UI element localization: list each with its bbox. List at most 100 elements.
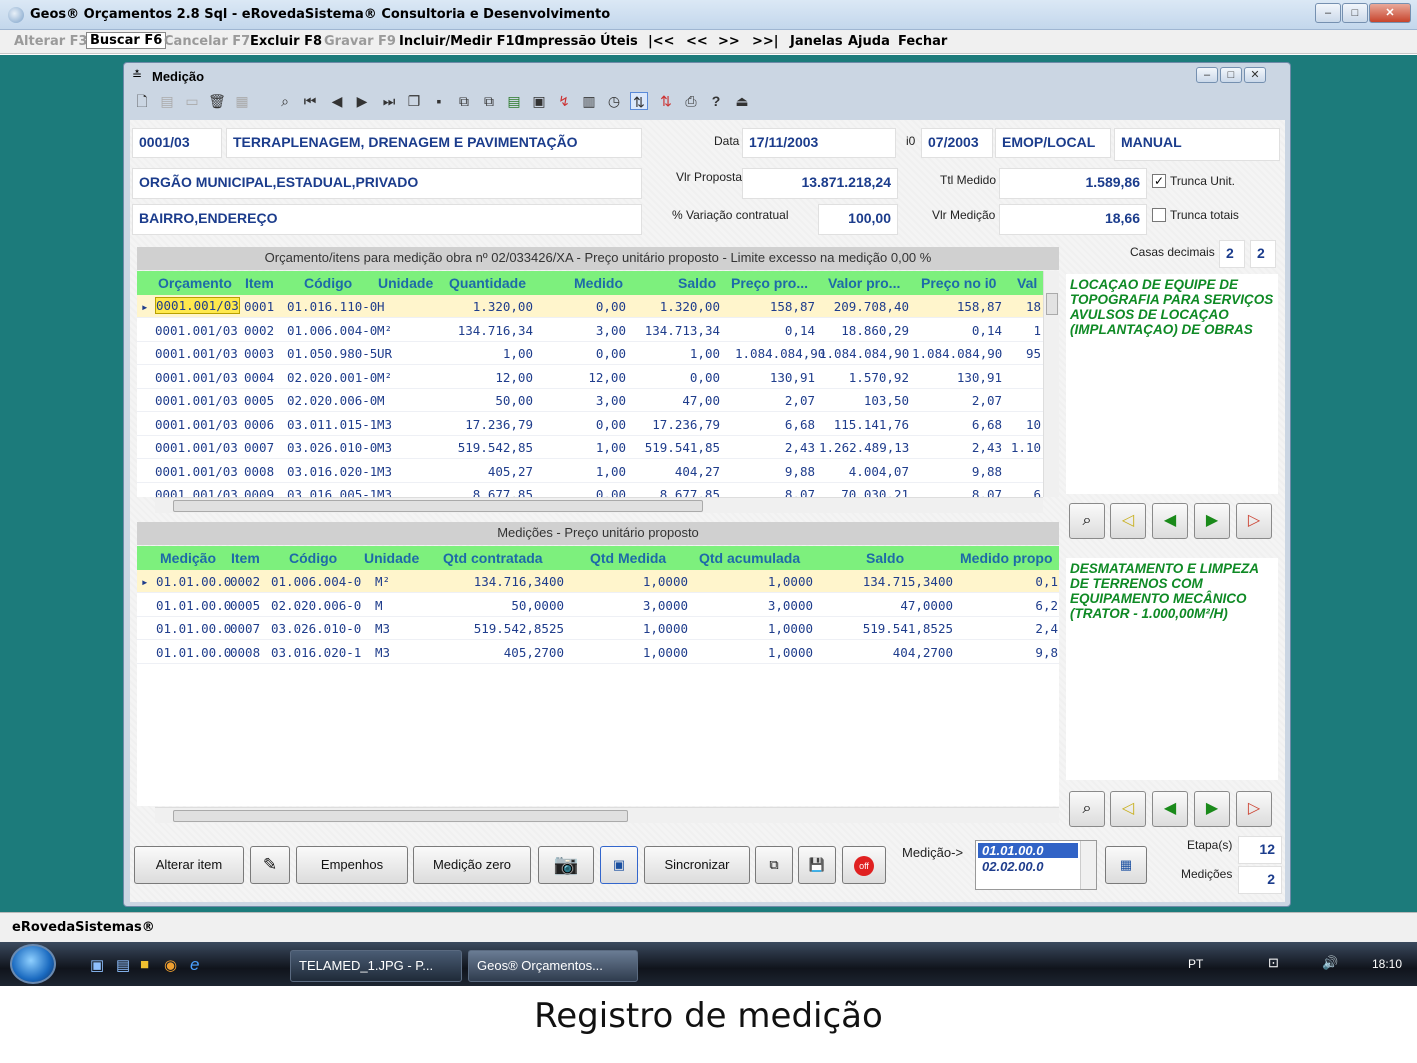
casas-decimais-1-field[interactable]: 2 bbox=[1219, 240, 1245, 268]
etapas-field[interactable]: 12 bbox=[1238, 836, 1282, 864]
col-preco-pro[interactable]: Preço pro... bbox=[731, 275, 808, 291]
grid1-first-button[interactable]: ◁ bbox=[1110, 503, 1146, 539]
col-orcamento[interactable]: Orçamento bbox=[158, 275, 232, 291]
col-saldo[interactable]: Saldo bbox=[678, 275, 716, 291]
col-medicao[interactable]: Medição bbox=[160, 550, 216, 566]
language-indicator[interactable]: PT bbox=[1188, 957, 1203, 971]
menu-impressao[interactable]: Impressão bbox=[520, 34, 596, 49]
menu-next[interactable]: >> bbox=[718, 34, 740, 49]
grid1-last-button[interactable]: ▷ bbox=[1236, 503, 1272, 539]
minimize-button[interactable]: – bbox=[1315, 3, 1341, 23]
medicoes-listbox[interactable]: 01.01.00.0 02.02.00.0 bbox=[975, 840, 1097, 890]
ttl-medido-field[interactable]: 1.589,86 bbox=[999, 168, 1147, 199]
col-val[interactable]: Val bbox=[1017, 275, 1037, 291]
sort-desc-icon[interactable]: ⇅ bbox=[657, 92, 675, 110]
col-unidade[interactable]: Unidade bbox=[378, 275, 433, 291]
trunca-unit-checkbox[interactable]: ✓ bbox=[1152, 174, 1166, 188]
first-record-icon[interactable]: ⏮ bbox=[301, 92, 319, 110]
grid2-first-button[interactable]: ◁ bbox=[1110, 791, 1146, 827]
col-quantidade[interactable]: Quantidade bbox=[449, 275, 526, 291]
menu-ajuda[interactable]: Ajuda bbox=[848, 34, 890, 49]
clock-icon[interactable]: ◷ bbox=[605, 92, 623, 110]
table-row[interactable]: 01.01.00.0 0007 03.026.010-0 M3 519.542,8525… bbox=[137, 617, 1059, 640]
new-icon[interactable]: 🗋 bbox=[133, 92, 151, 110]
col-medido-propo[interactable]: Medido propo bbox=[960, 550, 1053, 566]
sort-asc-icon[interactable]: ⇅ bbox=[630, 92, 648, 110]
variacao-field[interactable]: 100,00 bbox=[818, 204, 898, 235]
copy-icon[interactable]: ⧉ bbox=[455, 92, 473, 110]
col-medido[interactable]: Medido bbox=[574, 275, 623, 291]
grid2-prev-button[interactable]: ◀ bbox=[1152, 791, 1188, 827]
open-icon[interactable]: ▭ bbox=[183, 92, 201, 110]
close-button[interactable]: ✕ bbox=[1369, 3, 1411, 23]
print-icon[interactable]: ⎙ bbox=[682, 92, 700, 110]
child-restore-button[interactable]: □ bbox=[1220, 67, 1242, 83]
network-icon[interactable]: ⊡ bbox=[1268, 955, 1279, 971]
menu-janelas[interactable]: Janelas bbox=[790, 34, 843, 49]
copy-records-icon[interactable]: ⧉ bbox=[755, 846, 793, 884]
menu-gravar[interactable]: Gravar F9 bbox=[324, 34, 396, 49]
table-row[interactable]: 0001.001/03 0002 01.006.004-0 M² 134.716,34 3… bbox=[137, 319, 1043, 342]
table-row[interactable]: 0001.001/03 0005 02.020.006-0 M 50,00 3,00 47,… bbox=[137, 389, 1043, 412]
last-record-icon[interactable]: ⏭ bbox=[380, 92, 398, 110]
exit-icon[interactable]: ⏏ bbox=[733, 92, 751, 110]
col-qtd-acumulada[interactable]: Qtd acumulada bbox=[699, 550, 800, 566]
col-codigo[interactable]: Código bbox=[304, 275, 352, 291]
menu-uteis[interactable]: Úteis bbox=[600, 34, 638, 49]
menu-fechar[interactable]: Fechar bbox=[898, 34, 947, 49]
power-off-icon[interactable]: off bbox=[842, 846, 886, 884]
trunca-totais-checkbox[interactable] bbox=[1152, 208, 1166, 222]
i0-field[interactable]: 07/2003 bbox=[921, 128, 993, 158]
menu-last[interactable]: >>| bbox=[752, 34, 779, 49]
window-icon[interactable]: ❐ bbox=[405, 92, 423, 110]
empenhos-button[interactable]: Empenhos bbox=[296, 846, 408, 884]
table-row[interactable]: 01.01.00.0 0008 03.016.020-1 M3 405,2700 1,00… bbox=[137, 641, 1059, 664]
orgao-field[interactable]: ORGÃO MUNICIPAL,ESTADUAL,PRIVADO bbox=[132, 168, 642, 199]
tipo-field[interactable]: MANUAL bbox=[1114, 128, 1280, 161]
table-row[interactable]: 0001.001/03 0008 03.016.020-1 M3 405,27 1,00 4… bbox=[137, 460, 1043, 483]
medicoes-list-scrollbar[interactable] bbox=[1080, 841, 1096, 889]
grid1-next-button[interactable]: ▶ bbox=[1194, 503, 1230, 539]
save-disabled-icon[interactable]: ▤ bbox=[158, 92, 176, 110]
taskbar-item-geos[interactable]: Geos® Orçamentos... bbox=[468, 950, 638, 982]
child-close-button[interactable]: ✕ bbox=[1244, 67, 1266, 83]
col-item[interactable]: Item bbox=[231, 550, 260, 566]
col-saldo[interactable]: Saldo bbox=[866, 550, 904, 566]
obra-name-field[interactable]: TERRAPLENAGEM, DRENAGEM E PAVIMENTAÇÃO bbox=[226, 128, 642, 158]
calculator-icon[interactable]: ▥ bbox=[580, 92, 598, 110]
grid1-hscrollbar[interactable] bbox=[155, 497, 1043, 513]
col-item[interactable]: Item bbox=[245, 275, 274, 291]
camera-icon[interactable]: 📷 bbox=[538, 846, 594, 884]
col-qtd-medida[interactable]: Qtd Medida bbox=[590, 550, 666, 566]
calculator-icon[interactable]: ▦ bbox=[1105, 846, 1147, 884]
prev-record-icon[interactable]: ◀ bbox=[328, 92, 346, 110]
media-icon[interactable]: ■ bbox=[140, 956, 149, 973]
table-row[interactable]: ▸ 0001.001/03 0001 01.016.110-0 H 1.320,00 0,0… bbox=[137, 295, 1043, 318]
table-row[interactable]: 0001.001/03 0007 03.026.010-0 M3 519.542,85 1… bbox=[137, 436, 1043, 459]
grid1-body[interactable]: ▸ 0001.001/03 0001 01.016.110-0 H 1.320,00 0,0… bbox=[137, 295, 1043, 497]
save-disk-icon[interactable]: 💾 bbox=[798, 846, 836, 884]
child-minimize-button[interactable]: – bbox=[1196, 67, 1218, 83]
grid2-hscrollbar[interactable] bbox=[155, 807, 1059, 823]
sincronizar-button[interactable]: Sincronizar bbox=[644, 846, 750, 884]
medicoes-list-item[interactable]: 02.02.00.0 bbox=[978, 859, 1078, 874]
medicao-zero-button[interactable]: Medição zero bbox=[413, 846, 531, 884]
casas-decimais-2-field[interactable]: 2 bbox=[1250, 240, 1276, 268]
menu-incluir-medir[interactable]: Incluir/Medir F10 bbox=[399, 34, 524, 49]
table-row[interactable]: ▸ 01.01.00.0 0002 01.006.004-0 M² 134.716,340… bbox=[137, 570, 1059, 593]
maximize-button[interactable]: □ bbox=[1342, 3, 1368, 23]
menu-buscar[interactable]: Buscar F6 bbox=[86, 32, 167, 49]
taskbar-item-telamed[interactable]: TELAMED_1.JPG - P... bbox=[290, 950, 462, 982]
menu-excluir[interactable]: Excluir F8 bbox=[250, 34, 322, 49]
col-qtd-contratada[interactable]: Qtd contratada bbox=[443, 550, 543, 566]
endereco-field[interactable]: BAIRRO,ENDEREÇO bbox=[132, 204, 642, 235]
menu-first[interactable]: |<< bbox=[648, 34, 675, 49]
folder-icon[interactable]: ◉ bbox=[164, 956, 177, 974]
erase-icon[interactable]: ✎ bbox=[250, 846, 290, 884]
grid1-vscrollbar[interactable] bbox=[1043, 271, 1059, 497]
menu-cancelar[interactable]: Cancelar F7 bbox=[164, 34, 250, 49]
col-preco-i0[interactable]: Preço no i0 bbox=[921, 275, 996, 291]
start-button[interactable] bbox=[10, 944, 56, 984]
grid1-search-button[interactable]: ⌕ bbox=[1069, 503, 1105, 539]
calendar-icon[interactable]: ▣ bbox=[530, 92, 548, 110]
